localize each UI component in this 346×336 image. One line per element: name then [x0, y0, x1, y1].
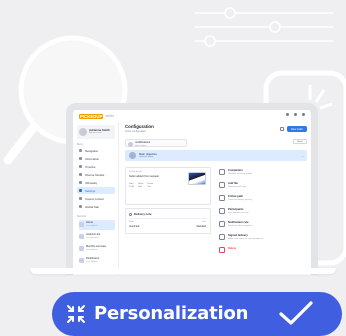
inspect-icon: [79, 197, 82, 200]
app-window: PICKEDUP seller Adrienne Smith Administr…: [73, 110, 311, 275]
signature-icon: [219, 234, 225, 240]
folder-icon: [79, 246, 84, 251]
list-item-follow-path[interactable]: Follow path Trace the delivery journey: [217, 193, 307, 205]
personalization-label: Personalization: [94, 303, 249, 324]
notification-icon[interactable]: [294, 113, 297, 116]
personalization-badge: Personalization: [52, 292, 342, 336]
app-logo[interactable]: PICKEDUP seller: [79, 113, 114, 119]
page-subtitle: Team configuration: [125, 130, 147, 133]
delivery-note-card: Delivery note Mode Automatic Unit Standa…: [125, 208, 211, 234]
list-item-signed-delivery[interactable]: Signed delivery Adjust who needs to sign…: [217, 232, 307, 244]
app-topbar: PICKEDUP seller: [73, 110, 311, 122]
profile-details-card: Profile details Seller added from reques…: [125, 167, 211, 205]
sidebar-subitem[interactable]: Analytics list Last reviewed: [79, 232, 115, 242]
selected-row[interactable]: Main objective Updated today ⋯: [125, 150, 307, 161]
list-item-participants[interactable]: Participants Give members access: [217, 206, 307, 218]
list-item-add-file[interactable]: Add file Upload any file type: [217, 180, 307, 192]
sidebar: Adrienne Smith Administrator Menu Naviga…: [73, 122, 119, 275]
clock-icon: [129, 212, 132, 216]
avatar: [129, 152, 136, 159]
avatar: [79, 128, 87, 136]
reset-button[interactable]: Reset: [293, 139, 307, 144]
chart-icon: [79, 205, 82, 208]
trash-icon: [219, 247, 225, 253]
sidebar-subitem[interactable]: Home Last updated: [79, 220, 115, 230]
checkmark-icon: [279, 301, 313, 325]
help-icon[interactable]: [286, 113, 289, 116]
sidebar-item-global-stat[interactable]: Global Stat: [77, 203, 115, 210]
folder-icon: [79, 234, 84, 239]
sidebar-item-settings[interactable]: Settings: [77, 187, 115, 194]
user-menu-icon[interactable]: [302, 113, 305, 116]
action-list: Completion Workflow structure setting Ad…: [217, 167, 307, 275]
sidebar-profile[interactable]: Adrienne Smith Administrator: [77, 125, 115, 139]
page-title: Configuration: [125, 124, 154, 129]
list-icon: [79, 181, 82, 184]
new-order-button[interactable]: New order: [287, 126, 307, 132]
path-icon: [219, 195, 225, 201]
sidebar-item-ultimately[interactable]: Ultimately: [77, 179, 115, 186]
gear-icon: [79, 189, 82, 192]
timeline-icon: [79, 165, 82, 168]
sidebar-item-information[interactable]: Information: [77, 155, 115, 162]
models-icon: [79, 173, 82, 176]
divider: [129, 218, 209, 219]
profile-role: Administrator: [89, 132, 102, 134]
sliders-icon: [195, 7, 333, 47]
sidebar-section-label: Menu: [77, 143, 83, 146]
info-icon: [79, 157, 82, 160]
laptop-base: [30, 268, 336, 274]
list-item-completion[interactable]: Completion Workflow structure setting: [217, 167, 307, 179]
sidebar-item-timeline[interactable]: Timeline: [77, 163, 115, 170]
more-icon[interactable]: ⋯: [301, 154, 304, 158]
sidebar-subitem[interactable]: Monthly overview Last updated: [79, 244, 115, 254]
filter-icon[interactable]: [280, 127, 284, 131]
laptop-screen: PICKEDUP seller Adrienne Smith Administr…: [66, 103, 318, 275]
main-content: Configuration Team configuration New ord…: [123, 122, 309, 275]
collapse-arrows-icon: [67, 305, 85, 323]
folder-icon: [79, 222, 84, 227]
sidebar-item-models[interactable]: Diverse Models: [77, 171, 115, 178]
navigation-icon: [79, 149, 82, 152]
sidebar-subitem[interactable]: Distributors Last updated: [79, 256, 115, 266]
file-icon: [219, 182, 225, 188]
sidebar-item-inspect[interactable]: Inspect content: [77, 195, 115, 202]
folder-icon: [79, 258, 84, 263]
sidebar-item-navigation[interactable]: Navigation: [77, 147, 115, 154]
completion-icon: [219, 169, 225, 175]
modification-chip[interactable]: modifications adjust status: [125, 139, 187, 147]
topbar-icons: [286, 113, 305, 116]
sidebar-section2-label: Records: [77, 215, 86, 218]
list-item-notification-rule[interactable]: Notification rule Send alert when comple…: [217, 219, 307, 231]
bell-icon: [219, 221, 225, 227]
users-icon: [219, 208, 225, 214]
list-item-delete[interactable]: Delete: [217, 245, 307, 257]
product-thumbnail[interactable]: [188, 172, 206, 185]
avatar: [128, 141, 133, 147]
